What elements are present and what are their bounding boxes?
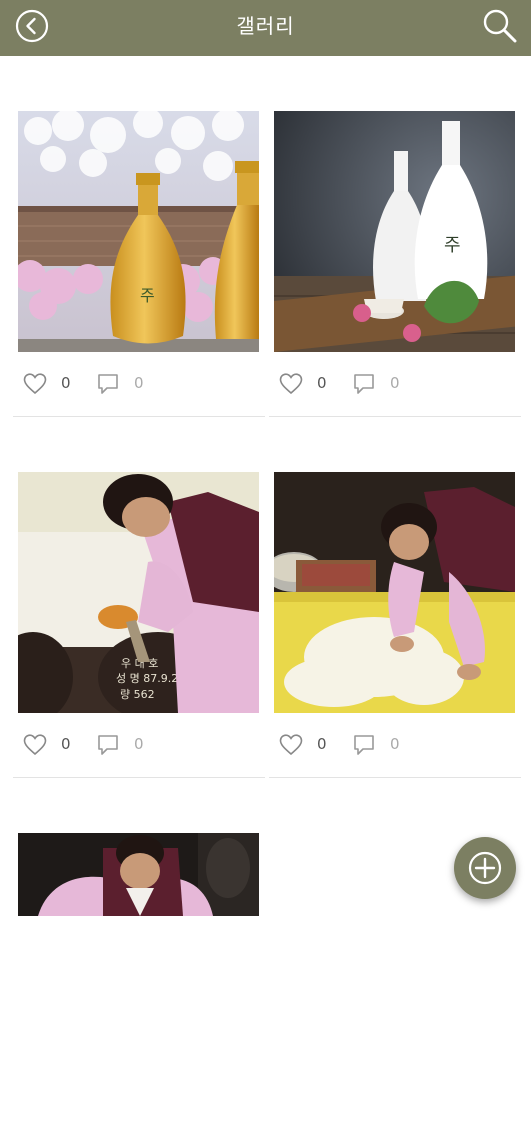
svg-text:성 명 87.9.25: 성 명 87.9.25: [116, 672, 185, 685]
white-bottles-photo: 주: [274, 111, 515, 352]
like-count: 0: [61, 374, 71, 392]
gallery-photo[interactable]: 우 대 호성 명 87.9.25 량 562: [18, 472, 259, 713]
gallery-photo[interactable]: [18, 833, 259, 916]
page-title: 갤러리: [236, 14, 295, 38]
gallery-card[interactable]: 0 0: [269, 472, 521, 778]
add-post-button[interactable]: [454, 837, 516, 899]
gallery-photo[interactable]: [274, 472, 515, 713]
card-stats: 0 0: [13, 713, 265, 778]
comment-count: 0: [390, 735, 400, 753]
like-count: 0: [317, 374, 327, 392]
comment-count: 0: [390, 374, 400, 392]
card-stats: 0 0: [13, 352, 265, 417]
liquor-bottles-blossom-photo: 주: [18, 111, 259, 352]
card-stats: 0 0: [269, 713, 521, 778]
heart-icon[interactable]: [23, 372, 47, 396]
heart-icon[interactable]: [23, 733, 47, 757]
comment-icon[interactable]: [352, 372, 376, 396]
gallery-card[interactable]: 우 대 호성 명 87.9.25 량 562 0 0: [13, 472, 265, 778]
svg-text:주: 주: [444, 235, 461, 256]
heart-icon[interactable]: [279, 733, 303, 757]
gallery-card[interactable]: 주 0 0: [13, 111, 265, 417]
comment-icon[interactable]: [96, 733, 120, 757]
brewer-portrait-photo: [18, 833, 259, 916]
gallery-photo[interactable]: 주: [18, 111, 259, 352]
top-app-bar: 갤러리: [0, 0, 531, 56]
svg-text:량 562: 량 562: [120, 688, 155, 701]
brewing-grain-photo: 우 대 호성 명 87.9.25량 562: [18, 472, 259, 713]
gallery-grid: 주 0 0 주 0 0 우 대 호 성 명 87.9.25 량 562 0 0 …: [0, 56, 531, 916]
comment-icon[interactable]: [96, 372, 120, 396]
svg-text:주: 주: [140, 286, 155, 305]
comment-count: 0: [134, 735, 144, 753]
comment-count: 0: [134, 374, 144, 392]
like-count: 0: [317, 735, 327, 753]
search-button[interactable]: [482, 8, 518, 44]
card-stats: 0 0: [269, 352, 521, 417]
plus-circle-icon: [468, 851, 502, 885]
gallery-photo[interactable]: 주: [274, 111, 515, 352]
gallery-card[interactable]: 주 0 0: [269, 111, 521, 417]
gallery-card[interactable]: [13, 833, 265, 1139]
search-icon: [483, 9, 517, 43]
comment-icon[interactable]: [352, 733, 376, 757]
spreading-rice-photo: [274, 472, 515, 713]
heart-icon[interactable]: [279, 372, 303, 396]
like-count: 0: [61, 735, 71, 753]
